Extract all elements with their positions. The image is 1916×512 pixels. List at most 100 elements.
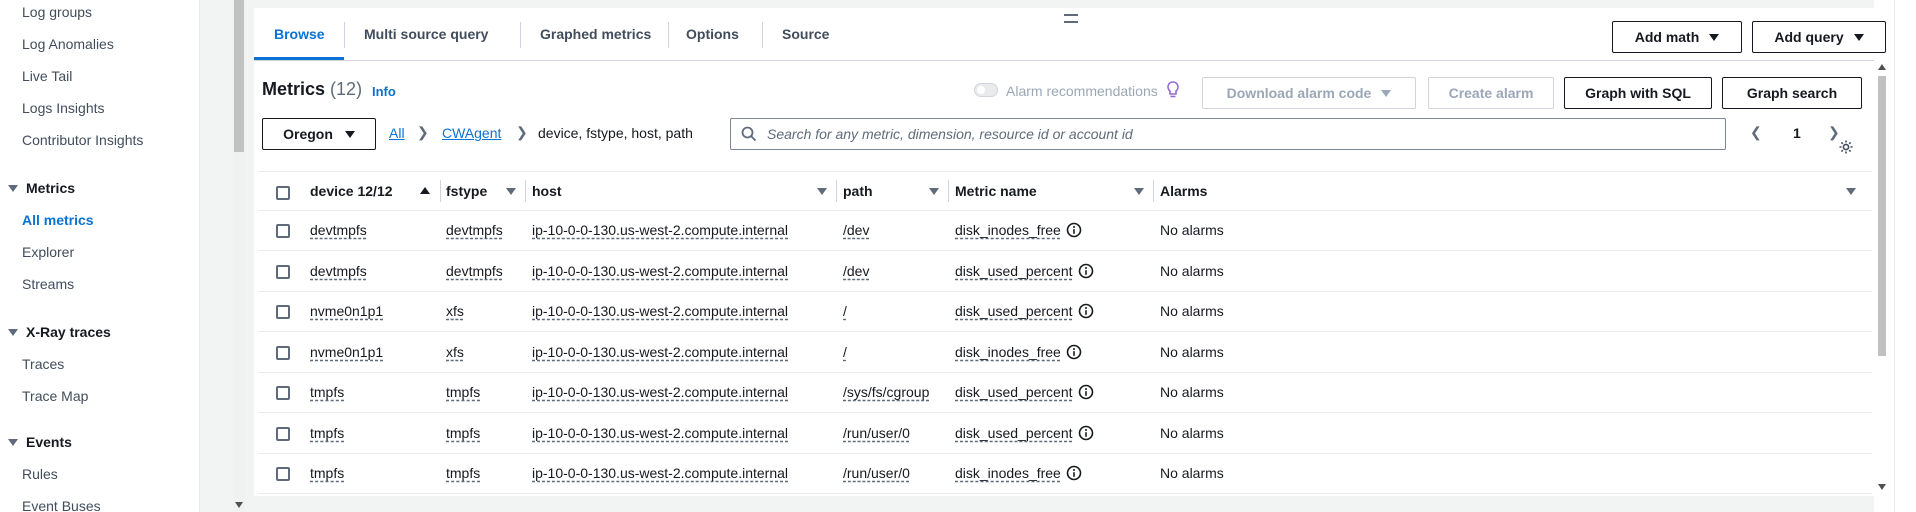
cell-path[interactable]: /run/user/0 <box>843 425 910 441</box>
cell-device[interactable]: devtmpfs <box>310 263 367 279</box>
row-checkbox[interactable] <box>276 386 290 400</box>
previous-page-icon[interactable]: ❮ <box>1750 124 1762 141</box>
cell-device[interactable]: tmpfs <box>310 425 344 441</box>
tab-source[interactable]: Source <box>782 26 829 42</box>
tab-browse[interactable]: Browse <box>274 26 325 42</box>
cell-host[interactable]: ip-10-0-0-130.us-west-2.compute.internal <box>532 222 788 238</box>
row-checkbox[interactable] <box>276 467 290 481</box>
row-checkbox[interactable] <box>276 426 290 441</box>
cell-fstype-text[interactable]: tmpfs <box>446 384 480 400</box>
tab-options[interactable]: Options <box>686 26 739 42</box>
cell-fstype[interactable]: tmpfs <box>446 425 480 441</box>
cell-device[interactable]: devtmpfs <box>310 222 367 238</box>
download-alarm-code-button[interactable]: Download alarm code <box>1202 77 1416 109</box>
cell-fstype-text[interactable]: tmpfs <box>446 425 480 441</box>
column-header-path[interactable]: path <box>843 183 873 199</box>
metric-search[interactable] <box>730 118 1726 150</box>
cell-fstype-text[interactable]: xfs <box>446 303 464 319</box>
cell-metric-name-text[interactable]: disk_used_percent <box>955 384 1073 400</box>
cell-path-text[interactable]: /run/user/0 <box>843 465 910 481</box>
info-icon[interactable] <box>1078 425 1094 441</box>
graph-with-sql-button[interactable]: Graph with SQL <box>1564 77 1712 109</box>
cell-host-text[interactable]: ip-10-0-0-130.us-west-2.compute.internal <box>532 263 788 279</box>
cell-path[interactable]: /sys/fs/cgroup <box>843 384 929 400</box>
column-header-device[interactable]: device 12/12 <box>310 183 393 199</box>
cell-path-text[interactable]: /dev <box>843 222 869 238</box>
add-query-button[interactable]: Add query <box>1752 21 1886 53</box>
sidebar-item-log-anomalies[interactable]: Log Anomalies <box>22 36 114 52</box>
sidebar-item-trace-map[interactable]: Trace Map <box>22 388 88 404</box>
info-icon[interactable] <box>1078 263 1094 279</box>
column-header-alarms[interactable]: Alarms <box>1160 183 1207 199</box>
info-icon[interactable] <box>1066 344 1082 360</box>
column-resizer[interactable] <box>948 180 949 202</box>
scroll-down-icon[interactable] <box>1878 484 1886 490</box>
info-link[interactable]: Info <box>372 84 396 99</box>
breadcrumb-all[interactable]: All <box>389 125 405 141</box>
cell-host[interactable]: ip-10-0-0-130.us-west-2.compute.internal <box>532 384 788 400</box>
column-resizer[interactable] <box>525 180 526 202</box>
cell-fstype[interactable]: xfs <box>446 344 464 360</box>
column-resizer[interactable] <box>440 180 441 202</box>
lightbulb-icon[interactable] <box>1166 81 1180 99</box>
cell-path[interactable]: / <box>843 303 847 319</box>
cell-host[interactable]: ip-10-0-0-130.us-west-2.compute.internal <box>532 303 788 319</box>
cell-device[interactable]: tmpfs <box>310 384 344 400</box>
cell-fstype-text[interactable]: xfs <box>446 344 464 360</box>
table-scrollbar-thumb[interactable] <box>1878 76 1886 356</box>
column-header-host[interactable]: host <box>532 183 562 199</box>
cell-device[interactable]: nvme0n1p1 <box>310 303 383 319</box>
cell-device-text[interactable]: nvme0n1p1 <box>310 344 383 360</box>
scroll-down-icon[interactable] <box>235 502 243 508</box>
sidebar-section-metrics[interactable]: Metrics <box>8 180 75 196</box>
info-icon[interactable] <box>1066 222 1082 238</box>
cell-metric-name-text[interactable]: disk_used_percent <box>955 303 1073 319</box>
cell-fstype[interactable]: xfs <box>446 303 464 319</box>
sidebar-item-logs-insights[interactable]: Logs Insights <box>22 100 105 116</box>
cell-metric-name[interactable]: disk_used_percent <box>955 263 1094 279</box>
cell-path-text[interactable]: / <box>843 344 847 360</box>
row-checkbox[interactable] <box>276 264 290 279</box>
cell-path-text[interactable]: /run/user/0 <box>843 425 910 441</box>
cell-fstype-text[interactable]: devtmpfs <box>446 263 503 279</box>
cell-path-text[interactable]: /sys/fs/cgroup <box>843 384 929 400</box>
cell-host-text[interactable]: ip-10-0-0-130.us-west-2.compute.internal <box>532 425 788 441</box>
page-number[interactable]: 1 <box>1793 125 1801 141</box>
cell-device-text[interactable]: devtmpfs <box>310 222 367 238</box>
cell-host[interactable]: ip-10-0-0-130.us-west-2.compute.internal <box>532 425 788 441</box>
sidebar-item-all-metrics[interactable]: All metrics <box>22 212 94 228</box>
search-input[interactable] <box>767 126 1687 142</box>
cell-device[interactable]: tmpfs <box>310 465 344 481</box>
caret-down-icon[interactable] <box>1134 188 1144 195</box>
cell-path[interactable]: /dev <box>843 222 869 238</box>
info-icon[interactable] <box>1078 303 1094 319</box>
caret-down-icon[interactable] <box>1846 188 1856 195</box>
sidebar-item-contributor-insights[interactable]: Contributor Insights <box>22 132 143 148</box>
cell-metric-name-text[interactable]: disk_inodes_free <box>955 222 1061 238</box>
create-alarm-button[interactable]: Create alarm <box>1428 77 1554 109</box>
resize-handle-icon[interactable] <box>1064 14 1078 23</box>
cell-metric-name[interactable]: disk_used_percent <box>955 303 1094 319</box>
cell-metric-name[interactable]: disk_inodes_free <box>955 222 1082 238</box>
cell-device-text[interactable]: tmpfs <box>310 465 344 481</box>
graph-search-button[interactable]: Graph search <box>1722 77 1862 109</box>
column-resizer[interactable] <box>836 180 837 202</box>
sidebar-item-live-tail[interactable]: Live Tail <box>22 68 72 84</box>
cell-metric-name-text[interactable]: disk_inodes_free <box>955 465 1061 481</box>
column-header-fstype[interactable]: fstype <box>446 183 487 199</box>
sidebar-item-traces[interactable]: Traces <box>22 356 64 372</box>
sidebar-item-explorer[interactable]: Explorer <box>22 244 74 260</box>
select-all-checkbox[interactable] <box>276 186 290 200</box>
sidebar-item-streams[interactable]: Streams <box>22 276 74 292</box>
cell-metric-name-text[interactable]: disk_used_percent <box>955 263 1073 279</box>
tab-graphed-metrics[interactable]: Graphed metrics <box>540 26 651 42</box>
scroll-up-icon[interactable] <box>1878 64 1886 70</box>
info-icon[interactable] <box>1066 465 1082 481</box>
cell-device-text[interactable]: tmpfs <box>310 384 344 400</box>
cell-host-text[interactable]: ip-10-0-0-130.us-west-2.compute.internal <box>532 465 788 481</box>
sidebar-section-events[interactable]: Events <box>8 434 72 450</box>
cell-path[interactable]: / <box>843 344 847 360</box>
cell-metric-name[interactable]: disk_used_percent <box>955 384 1094 400</box>
sidebar-item-rules[interactable]: Rules <box>22 466 58 482</box>
cell-metric-name[interactable]: disk_used_percent <box>955 425 1094 441</box>
